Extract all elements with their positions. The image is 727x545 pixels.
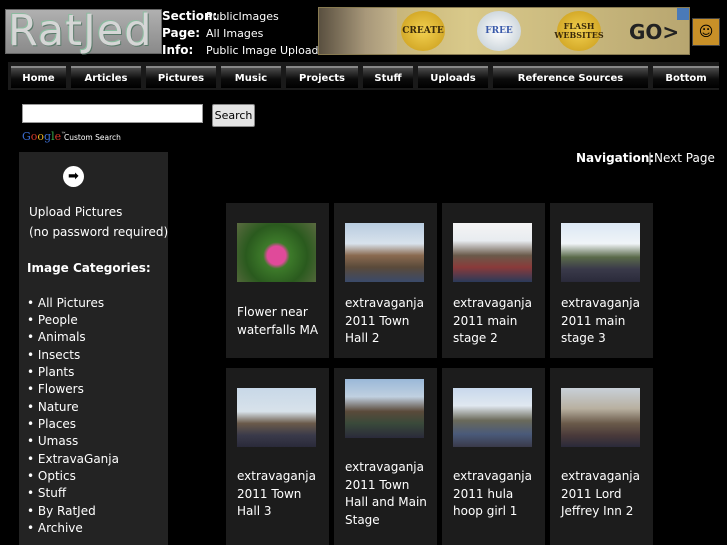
- site-logo[interactable]: RatJed: [5, 6, 162, 56]
- logo-text: RatJed: [8, 6, 153, 56]
- category-stuff[interactable]: • Stuff: [27, 486, 66, 500]
- gallery-tile[interactable]: extravaganja 2011 main stage 3: [550, 203, 653, 358]
- tile-caption[interactable]: extravaganja 2011 Town Hall 2: [345, 295, 435, 348]
- thumbnail-image[interactable]: [345, 379, 424, 438]
- ad-create-button[interactable]: CREATE: [401, 11, 445, 51]
- tile-caption[interactable]: extravaganja 2011 hula hoop girl 1: [453, 468, 543, 521]
- thumbnail-image[interactable]: [237, 223, 316, 282]
- thumbnail-image[interactable]: [237, 388, 316, 447]
- ad-portrait-image: [319, 8, 397, 54]
- page-label: Page:: [162, 26, 201, 40]
- category-nature[interactable]: • Nature: [27, 400, 79, 414]
- gallery-tile[interactable]: extravaganja 2011 Town Hall 2: [334, 203, 437, 358]
- custom-search-label: Custom Search: [64, 133, 121, 142]
- upload-note: (no password required): [29, 225, 169, 239]
- nav-bottom[interactable]: Bottom: [653, 66, 719, 88]
- google-logo: Google™: [22, 130, 67, 143]
- category-extravaganja[interactable]: • ExtravaGanja: [27, 452, 119, 466]
- search-input[interactable]: [22, 104, 203, 123]
- gallery-tile[interactable]: extravaganja 2011 Lord Jeffrey Inn 2: [550, 368, 653, 545]
- mascot-icon[interactable]: ☺: [692, 18, 720, 46]
- gallery-tile[interactable]: extravaganja 2011 main stage 2: [442, 203, 545, 358]
- nav-pictures[interactable]: Pictures: [146, 66, 216, 88]
- info-label: Info:: [162, 43, 194, 57]
- category-optics[interactable]: • Optics: [27, 469, 76, 483]
- category-plants[interactable]: • Plants: [27, 365, 74, 379]
- tile-caption[interactable]: extravaganja 2011 main stage 3: [561, 295, 651, 348]
- section-value: PublicImages: [206, 10, 279, 23]
- page-value: All Images: [206, 27, 264, 40]
- tile-caption[interactable]: extravaganja 2011 main stage 2: [453, 295, 543, 348]
- category-flowers[interactable]: • Flowers: [27, 382, 84, 396]
- category-people[interactable]: • People: [27, 313, 78, 327]
- nav-reference-sources[interactable]: Reference Sources: [493, 66, 648, 88]
- ad-banner[interactable]: CREATE FREE FLASH WEBSITES GO>: [318, 7, 690, 55]
- category-by-ratjed[interactable]: • By RatJed: [27, 504, 96, 518]
- info-value: Public Image Uploads: [206, 44, 325, 57]
- nav-uploads[interactable]: Uploads: [418, 66, 488, 88]
- ad-go-text[interactable]: GO>: [629, 20, 679, 44]
- thumbnail-image[interactable]: [561, 223, 640, 282]
- main-nav: Home Articles Pictures Music Projects St…: [8, 62, 719, 90]
- category-archive[interactable]: • Archive: [27, 521, 83, 535]
- category-insects[interactable]: • Insects: [27, 348, 80, 362]
- tile-caption[interactable]: extravaganja 2011 Town Hall 3: [237, 468, 327, 521]
- gallery-tile[interactable]: Flower near waterfalls MA: [226, 203, 329, 358]
- categories-title: Image Categories:: [27, 261, 151, 275]
- tile-caption[interactable]: extravaganja 2011 Town Hall and Main Stage: [345, 459, 435, 529]
- nav-home[interactable]: Home: [11, 66, 66, 88]
- category-umass[interactable]: • Umass: [27, 434, 78, 448]
- tile-caption[interactable]: Flower near waterfalls MA: [237, 304, 327, 339]
- navigation-separator: |: [648, 151, 653, 165]
- arrow-right-icon[interactable]: ➡: [63, 166, 84, 187]
- ad-flash-button[interactable]: FLASH WEBSITES: [554, 11, 604, 51]
- thumbnail-image[interactable]: [561, 388, 640, 447]
- category-all-pictures[interactable]: • All Pictures: [27, 296, 104, 310]
- thumbnail-image[interactable]: [453, 388, 532, 447]
- gallery-tile[interactable]: extravaganja 2011 Town Hall 3: [226, 368, 329, 545]
- gallery-tile[interactable]: extravaganja 2011 Town Hall and Main Stage: [334, 368, 437, 545]
- gallery-tile[interactable]: extravaganja 2011 hula hoop girl 1: [442, 368, 545, 545]
- nav-music[interactable]: Music: [221, 66, 281, 88]
- nav-projects[interactable]: Projects: [286, 66, 358, 88]
- ad-free-button[interactable]: FREE: [477, 11, 521, 51]
- category-animals[interactable]: • Animals: [27, 330, 86, 344]
- ad-choices-icon[interactable]: [677, 8, 689, 20]
- upload-pictures-link[interactable]: Upload Pictures: [29, 205, 122, 219]
- category-places[interactable]: • Places: [27, 417, 76, 431]
- thumbnail-image[interactable]: [345, 223, 424, 282]
- search-button[interactable]: Search: [212, 104, 255, 127]
- nav-stuff[interactable]: Stuff: [363, 66, 413, 88]
- next-page-link[interactable]: Next Page: [654, 151, 715, 165]
- thumbnail-image[interactable]: [453, 223, 532, 282]
- nav-articles[interactable]: Articles: [71, 66, 141, 88]
- navigation-label: Navigation:: [576, 151, 655, 165]
- tile-caption[interactable]: extravaganja 2011 Lord Jeffrey Inn 2: [561, 468, 651, 521]
